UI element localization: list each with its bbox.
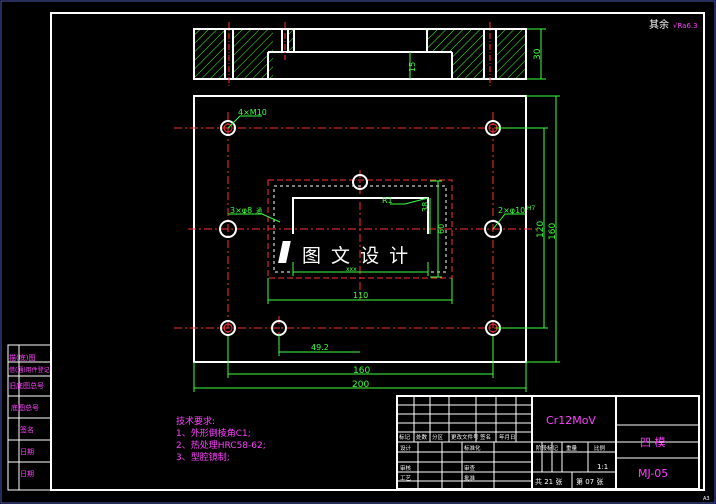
dim-160-vertical: 160: [548, 223, 558, 240]
tech-item-2: 2、热处理HRC58-62;: [176, 439, 266, 451]
sidebar-table: 描(底)图 借(通)用件登记 旧底图总号 底图总号 签名 日期 日期: [7, 344, 52, 491]
tech-title: 技术要求:: [176, 415, 215, 427]
dim-r1: R1: [382, 196, 393, 205]
sidebar-row-6: 日期: [20, 470, 34, 478]
sidebar-row-1: 借(通)用件登记: [9, 366, 50, 374]
tb-process: 工艺: [400, 475, 412, 482]
dim-120: 120: [536, 221, 546, 238]
tb-weight: 重量: [566, 444, 578, 452]
dim-15: 15: [408, 62, 417, 72]
roughness-label: 其余: [649, 18, 669, 31]
watermark-text: 图 文 设 计: [302, 245, 410, 267]
sidebar-row-3: 底图总号: [11, 403, 39, 412]
tb-design: 设计: [400, 444, 412, 452]
dim-160-horizontal: 160: [353, 366, 370, 376]
tb-sign: 签名: [480, 433, 491, 441]
watermark: 图 文 设 计: [278, 241, 410, 267]
section-view: 30 15: [193, 22, 546, 86]
dim-38: 38: [421, 202, 430, 212]
scale: 1:1: [597, 463, 608, 471]
tb-change: 更改文件号: [451, 433, 479, 441]
material: Cr12MoV: [546, 414, 596, 427]
tb-count: 处数: [416, 433, 428, 441]
dim-60: 60: [437, 224, 446, 234]
dim-49-2: 49.2: [311, 343, 329, 352]
roughness-symbol: √Ra6.3: [673, 22, 698, 30]
dim-200: 200: [352, 380, 369, 390]
sidebar-row-5: 日期: [20, 448, 34, 456]
tb-date: 年月日: [499, 433, 516, 441]
sidebar-row-2: 旧底图总号: [9, 381, 44, 390]
dim-2xphi10: 2×φ10: [498, 206, 525, 215]
tb-approve: 批准: [464, 474, 476, 482]
tech-item-1: 1、外形倒棱角C1;: [176, 427, 251, 439]
sheet-number: 第 07 张: [576, 477, 603, 486]
tb-stage: 阶段标记: [536, 444, 559, 452]
sheet-size: A3: [703, 496, 710, 502]
tech-item-3: 3、型腔镜制;: [176, 451, 230, 463]
sidebar-row-4: 签名: [20, 425, 34, 434]
title-block: Cr12MoV 凹 模 MJ-05 1:1 共 21 张 第 07 张 标记 处…: [396, 395, 700, 490]
part-name: 凹 模: [640, 436, 666, 449]
dim-2xphi10-fit: H7: [527, 205, 536, 212]
drawing-code: MJ-05: [638, 467, 668, 480]
drawing-canvas: 其余 √Ra6.3 30 15 4×M10 3×φ8 通 2×φ10 H7 R1…: [0, 0, 716, 504]
dim-opening-width: xxx: [346, 266, 357, 273]
holes: [219, 120, 502, 336]
dim-30: 30: [533, 48, 543, 60]
tech-requirements: 技术要求: 1、外形倒棱角C1; 2、热处理HRC58-62; 3、型腔镜制;: [176, 415, 266, 463]
tb-zone: 分区: [432, 433, 444, 441]
tb-standard: 标准化: [464, 444, 481, 452]
dim-4xm10: 4×M10: [238, 108, 267, 117]
plan-view: 4×M10 3×φ8 通 2×φ10 H7 R1 38 60 120 160 1…: [174, 95, 560, 392]
tb-check: 审核: [400, 464, 412, 472]
dim-3xphi8: 3×φ8: [230, 206, 252, 215]
sheet-total: 共 21 张: [535, 477, 562, 486]
tb-ratio: 比例: [594, 444, 606, 452]
tb-mark: 标记: [399, 433, 411, 441]
dim-3xphi8-suffix: 通: [256, 207, 262, 215]
tb-review: 审查: [464, 464, 476, 472]
sidebar-row-0: 描(底)图: [9, 353, 35, 362]
dim-110: 110: [353, 291, 368, 300]
